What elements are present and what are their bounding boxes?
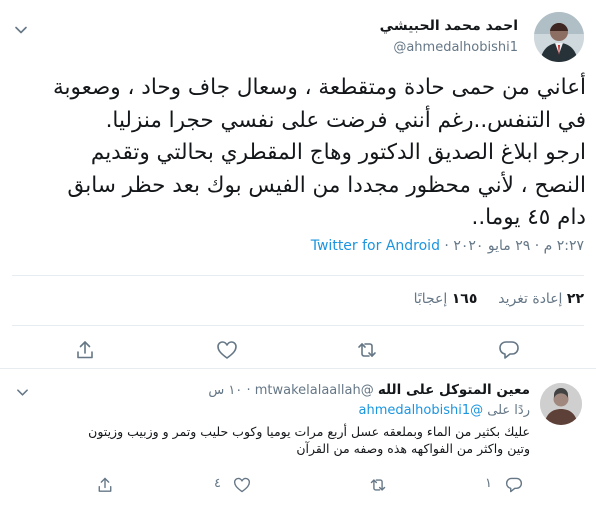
reply-text-line: عليك بكثير من الماء وبملعقه عسل أربع مرا… bbox=[88, 424, 530, 439]
reply-likes-count: ٤ bbox=[214, 476, 221, 491]
tweet-header: احمد محمد الحبيشي @ahmedalhobishi1 bbox=[0, 8, 596, 64]
reply-time[interactable]: ١٠ س bbox=[208, 383, 242, 398]
likes-count: ١٦٥ bbox=[451, 291, 478, 307]
tweet-text-line: النصح ، لأني محظور مجددا من الفيس بوك بع… bbox=[67, 172, 586, 198]
likes-stat[interactable]: ١٦٥ إعجابًا bbox=[414, 291, 478, 307]
author-avatar[interactable] bbox=[534, 12, 584, 62]
tweet-text: أعاني من حمى حادة ومتقطعة ، وسعال جاف وح… bbox=[10, 72, 586, 235]
meta-dot: · bbox=[534, 238, 540, 254]
section-divider bbox=[0, 368, 596, 369]
reply-icon[interactable] bbox=[498, 339, 520, 361]
divider bbox=[12, 275, 584, 276]
reply-text-line: وتين واكثر من الفواكهه هذه وصفه من القرآ… bbox=[296, 441, 530, 456]
tweet-source[interactable]: Twitter for Android bbox=[311, 238, 440, 254]
reply-author-name[interactable]: معين المتوكل على الله bbox=[378, 382, 530, 398]
tweet-text-line: في التنفس..رغم أنني فرضت على نفسي حجرا م… bbox=[105, 107, 586, 133]
like-icon[interactable] bbox=[216, 339, 238, 361]
tweet-text-line: ارجو ابلاغ الصديق الدكتور وهاج المقطري ب… bbox=[90, 140, 586, 165]
reply-tweet[interactable]: معين المتوكل على الله @mtwakelalaallah ·… bbox=[0, 370, 596, 507]
retweet-icon[interactable] bbox=[356, 339, 378, 361]
author-name[interactable]: احمد محمد الحبيشي bbox=[380, 18, 518, 34]
share-icon[interactable] bbox=[74, 339, 96, 361]
likes-label: إعجابًا bbox=[413, 291, 448, 307]
share-icon[interactable] bbox=[96, 476, 114, 494]
tweet-actions bbox=[0, 336, 596, 364]
tweet-meta: ٢:٢٧ م · ٢٩ مايو ٢٠٢٠ · Twitter for Andr… bbox=[311, 238, 584, 254]
tweet-time[interactable]: ٢:٢٧ م bbox=[544, 238, 584, 254]
author-handle[interactable]: @ahmedalhobishi1 bbox=[393, 40, 518, 55]
replying-prefix: ردًا على bbox=[487, 403, 530, 418]
chevron-down-icon[interactable] bbox=[16, 384, 29, 397]
divider bbox=[12, 325, 584, 326]
reply-text: عليك بكثير من الماء وبملعقه عسل أربع مرا… bbox=[10, 423, 530, 457]
reply-author-handle[interactable]: @mtwakelalaallah bbox=[255, 383, 374, 398]
chevron-down-icon[interactable] bbox=[14, 22, 28, 36]
retweets-label: إعادة تغريد bbox=[498, 291, 563, 307]
meta-dot: · bbox=[246, 383, 251, 398]
reply-author-avatar[interactable] bbox=[540, 383, 582, 425]
tweet-text-line: أعاني من حمى حادة ومتقطعة ، وسعال جاف وح… bbox=[53, 75, 586, 100]
retweets-stat[interactable]: ٢٢ إعادة تغريد bbox=[498, 291, 584, 307]
reply-icon[interactable] bbox=[505, 476, 523, 494]
meta-dot: · bbox=[444, 238, 449, 254]
replying-mention[interactable]: @ahmedalhobishi1 bbox=[358, 403, 483, 418]
replying-to: ردًا على @ahmedalhobishi1 bbox=[358, 403, 530, 418]
tweet-date[interactable]: ٢٩ مايو ٢٠٢٠ bbox=[453, 238, 530, 254]
retweets-count: ٢٢ bbox=[566, 291, 584, 307]
like-icon[interactable] bbox=[233, 476, 251, 494]
reply-replies-count: ١ bbox=[485, 476, 492, 491]
tweet-stats: ٢٢ إعادة تغريد ١٦٥ إعجابًا bbox=[414, 291, 584, 307]
retweet-icon[interactable] bbox=[369, 476, 387, 494]
reply-header: معين المتوكل على الله @mtwakelalaallah ·… bbox=[208, 382, 530, 398]
tweet-text-line: دام ٤٥ يوما.. bbox=[471, 205, 586, 230]
reply-actions: ٤ ١ bbox=[0, 474, 596, 496]
